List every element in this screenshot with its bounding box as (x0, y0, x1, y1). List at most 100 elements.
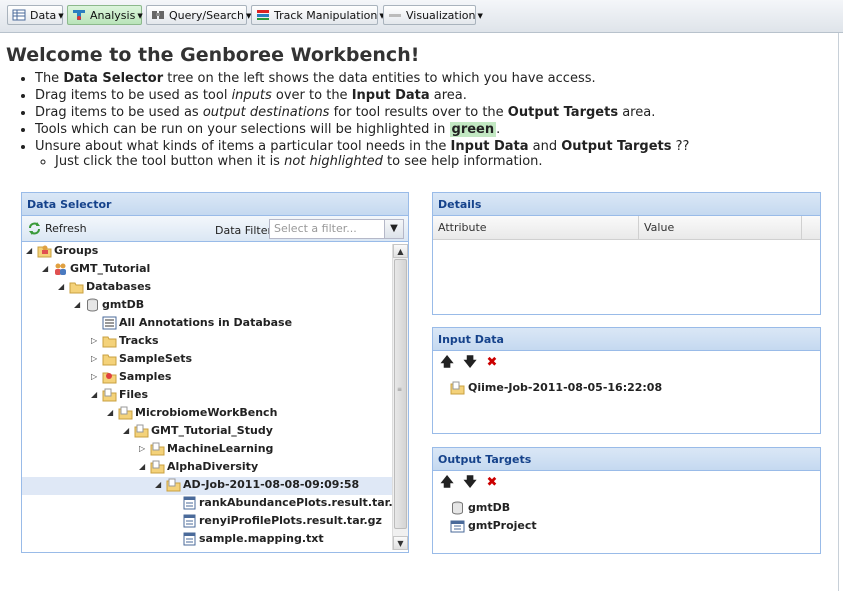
move-up-icon[interactable]: 🡅 (440, 476, 454, 490)
track-manipulation-menu-label: Track Manipulation (274, 9, 378, 22)
data-selector-toolbar: Refresh Data Filter: Select a filter... … (22, 216, 408, 242)
intro-item: Tools which can be run on your selection… (35, 121, 843, 138)
expanded-arrow-icon[interactable]: ◢ (107, 404, 113, 422)
collapsed-arrow-icon[interactable]: ▷ (91, 368, 97, 386)
input-data-panel: Input Data 🡅 🡇 ✖ Qiime-Job-2011-08-05-16… (432, 327, 821, 434)
collapsed-arrow-icon[interactable]: ▷ (91, 332, 97, 350)
tree-node-label: gmtDB (102, 298, 145, 311)
move-down-icon[interactable]: 🡇 (463, 476, 477, 490)
input-data-item-label: Qiime-Job-2011-08-05-16:22:08 (468, 381, 663, 394)
expanded-arrow-icon[interactable]: ◢ (74, 296, 80, 314)
data-icon (12, 9, 26, 21)
output-target-item[interactable]: gmtDB (450, 499, 510, 517)
refresh-button[interactable]: Refresh (27, 222, 87, 235)
visualization-menu-label: Visualization (406, 9, 476, 22)
data-selector-panel: Data Selector Refresh Data Filter: Selec… (21, 192, 409, 553)
tree-node-label: GMT_Tutorial_Study (151, 424, 273, 437)
attribute-column-header[interactable]: Attribute (433, 216, 639, 240)
column-header-filler (802, 216, 820, 240)
annotations-icon (102, 316, 117, 330)
tree-node-label: MicrobiomeWorkBench (135, 406, 278, 419)
track-icon (257, 10, 269, 20)
database-icon (87, 298, 98, 312)
collapsed-arrow-icon[interactable]: ▷ (91, 350, 97, 368)
move-down-icon[interactable]: 🡇 (463, 356, 477, 370)
folder-icon (102, 354, 117, 366)
scroll-thumb[interactable]: ≡ (394, 259, 407, 529)
analysis-menu-label: Analysis (90, 9, 136, 22)
output-target-item[interactable]: gmtProject (450, 517, 537, 535)
scroll-up-arrow[interactable]: ▲ (393, 244, 408, 258)
tree-node-label: Tracks (119, 334, 159, 347)
folder-icon (102, 336, 117, 348)
file-icon (183, 496, 196, 510)
collapsed-arrow-icon[interactable]: ▷ (139, 440, 145, 458)
tree-node-label: AlphaDiversity (167, 460, 259, 473)
files-folder-icon (450, 381, 465, 395)
intro-item: Drag items to be used as output destinat… (35, 104, 843, 121)
green-highlight-sample: green (449, 122, 497, 137)
tree-node-label: All Annotations in Database (119, 316, 293, 329)
data-menu-button[interactable]: Data ▼ (7, 5, 64, 25)
expanded-arrow-icon[interactable]: ◢ (123, 422, 129, 440)
output-targets-panel: Output Targets 🡅 🡇 ✖ gmtDB gmtProject (432, 447, 821, 554)
refresh-label: Refresh (45, 222, 87, 235)
expanded-arrow-icon[interactable]: ◢ (91, 386, 97, 404)
group-folder-icon (37, 245, 52, 258)
expanded-arrow-icon[interactable]: ◢ (139, 458, 145, 476)
remove-icon[interactable]: ✖ (485, 356, 499, 370)
details-panel: Details Attribute Value (432, 192, 821, 315)
remove-icon[interactable]: ✖ (485, 476, 499, 490)
output-targets-title: Output Targets (433, 448, 820, 471)
output-target-label: gmtDB (468, 501, 511, 514)
right-border (838, 33, 839, 591)
tree-node-label: Databases (86, 280, 152, 293)
output-targets-actions: 🡅 🡇 ✖ (433, 471, 820, 495)
visualization-menu-button[interactable]: Visualization ▼ (383, 5, 483, 25)
files-folder-icon (118, 406, 133, 420)
input-data-actions: 🡅 🡇 ✖ (433, 351, 820, 375)
main-toolbar: Data ▼ Analysis ▼ Query/Search ▼ Track Mani… (0, 0, 843, 33)
chevron-down-icon[interactable]: ▼ (384, 219, 404, 239)
track-manipulation-menu-button[interactable]: Track Manipulation▼ (251, 5, 385, 25)
data-menu-label: Data (30, 9, 57, 22)
intro-item: Unsure about what kinds of items a parti… (35, 138, 843, 169)
input-data-title: Input Data (433, 328, 820, 351)
files-folder-icon (102, 388, 117, 402)
tree-node-label: sample.mapping.txt (199, 532, 324, 545)
details-title: Details (433, 193, 820, 216)
intro-item: The Data Selector tree on the left shows… (35, 70, 843, 87)
move-up-icon[interactable]: 🡅 (440, 356, 454, 370)
analysis-icon (73, 10, 85, 20)
tree-node-label: MachineLearning (167, 442, 274, 455)
input-data-item[interactable]: Qiime-Job-2011-08-05-16:22:08 (450, 379, 662, 397)
data-selector-title: Data Selector (22, 193, 408, 216)
database-icon (452, 501, 463, 515)
data-filter-label: Data Filter: (215, 224, 276, 237)
expanded-arrow-icon[interactable]: ◢ (42, 260, 48, 278)
files-folder-icon (150, 460, 165, 474)
query-search-menu-button[interactable]: Query/Search ▼ (146, 5, 251, 25)
expanded-arrow-icon[interactable]: ◢ (155, 476, 161, 494)
visualization-icon (389, 14, 401, 17)
value-column-header[interactable]: Value (639, 216, 802, 240)
query-icon (152, 11, 164, 19)
file-icon (183, 514, 196, 528)
files-folder-icon (134, 424, 149, 438)
samples-folder-icon (102, 372, 117, 384)
tree-node-label: Groups (54, 244, 99, 257)
folder-icon (69, 282, 84, 294)
tree-node-label: AD-Job-2011-08-08-09:09:58 (183, 478, 360, 491)
analysis-menu-button[interactable]: Analysis ▼ (67, 5, 143, 25)
query-search-menu-label: Query/Search (169, 9, 244, 22)
intro-subitem: Just click the tool button when it is no… (55, 155, 843, 169)
tree-node-label: Files (119, 388, 149, 401)
intro-item: Drag items to be used as tool inputs ove… (35, 87, 843, 104)
tree-node-label: SampleSets (119, 352, 193, 365)
tree-scrollbar[interactable]: ▲ ≡ ▼ (392, 244, 408, 550)
project-icon (450, 520, 465, 533)
expanded-arrow-icon[interactable]: ◢ (58, 278, 64, 296)
expanded-arrow-icon[interactable]: ◢ (26, 244, 32, 260)
scroll-down-arrow[interactable]: ▼ (393, 536, 408, 550)
tree-node-label: GMT_Tutorial (70, 262, 151, 275)
